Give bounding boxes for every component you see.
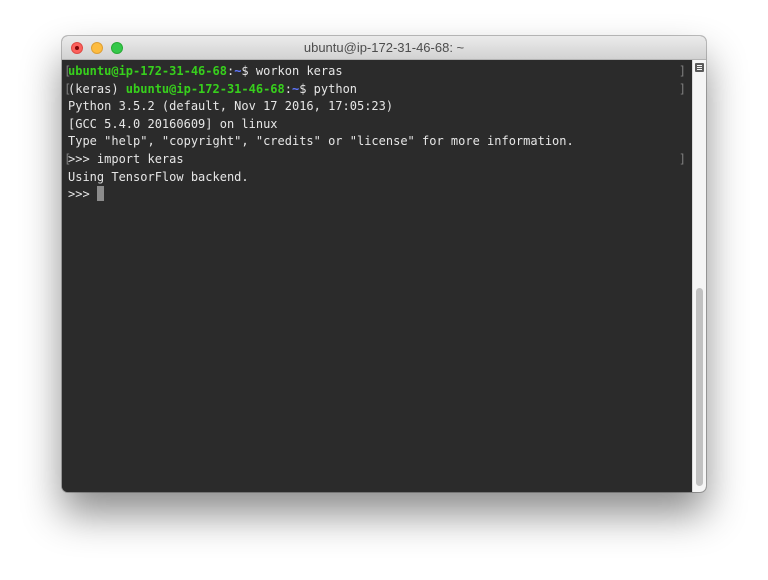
vertical-scrollbar[interactable] — [692, 60, 706, 492]
venv-name: (keras) — [68, 81, 126, 96]
prompt-symbol: $ — [241, 64, 249, 78]
terminal-line: [(keras) ubuntu@ip-172-31-46-68:~$ pytho… — [62, 81, 692, 99]
text-cursor — [96, 186, 104, 202]
window-title: ubuntu@ip-172-31-46-68: ~ — [303, 40, 465, 55]
terminal-window: ubuntu@ip-172-31-46-68: ~ [ubuntu@ip-172… — [62, 36, 706, 492]
terminal-line: >>> — [62, 186, 692, 204]
output-text: Type "help", "copyright", "credits" or "… — [68, 134, 574, 149]
line-mark-right: ] — [678, 64, 686, 78]
terminal-line: [ubuntu@ip-172-31-46-68:~$ workon keras] — [62, 63, 692, 81]
terminal-line: [GCC 5.4.0 20160609] on linux — [62, 116, 692, 134]
terminal-output[interactable]: [ubuntu@ip-172-31-46-68:~$ workon keras]… — [62, 60, 692, 492]
python-input: >>> import keras — [68, 151, 184, 166]
scrollbar-thumb[interactable] — [696, 288, 703, 486]
python-prompt: >>> — [68, 187, 97, 202]
terminal-line: Python 3.5.2 (default, Nov 17 2016, 17:0… — [62, 98, 692, 116]
terminal-line: Type "help", "copyright", "credits" or "… — [62, 133, 692, 151]
line-mark-right: ] — [678, 151, 686, 166]
user-host: ubuntu@ip-172-31-46-68 — [68, 64, 227, 78]
output-text: [GCC 5.4.0 20160609] on linux — [68, 116, 278, 131]
terminal-line: Using TensorFlow backend. — [62, 169, 692, 187]
prompt-separator: : — [284, 81, 292, 96]
output-text: Using TensorFlow backend. — [68, 169, 249, 184]
command-text: workon keras — [248, 64, 343, 78]
title-bar[interactable]: ubuntu@ip-172-31-46-68: ~ — [62, 36, 706, 60]
terminal-line: [>>> import keras] — [62, 151, 692, 169]
menu-icon[interactable] — [695, 63, 704, 72]
user-host: ubuntu@ip-172-31-46-68 — [125, 81, 285, 96]
output-text: Python 3.5.2 (default, Nov 17 2016, 17:0… — [68, 99, 394, 114]
command-text: python — [306, 81, 358, 96]
line-mark-right: ] — [678, 81, 686, 96]
